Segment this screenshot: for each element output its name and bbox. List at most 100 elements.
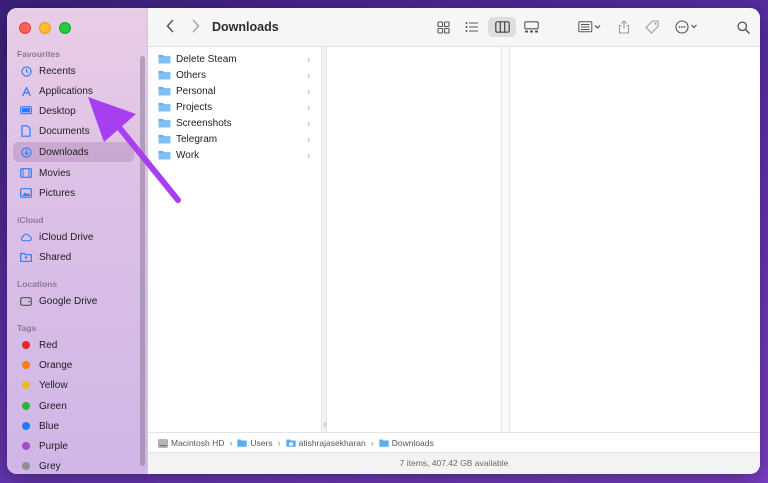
cloud-icon [20, 231, 32, 243]
folder-row[interactable]: Delete Steam › [158, 51, 310, 67]
sidebar-tag-yellow[interactable]: Yellow [13, 375, 134, 395]
drive-icon [20, 295, 32, 307]
sidebar-item-icloud-drive[interactable]: iCloud Drive [13, 227, 134, 247]
path-label: Macintosh HD [171, 437, 225, 448]
folder-icon [158, 86, 171, 96]
path-chevron-icon: › [229, 437, 233, 448]
folder-row[interactable]: Projects › [158, 99, 310, 115]
sidebar-section-tags: Tags [17, 323, 37, 333]
ellipsis-circle-icon [675, 20, 697, 34]
sidebar-tag-green[interactable]: Green [13, 396, 134, 416]
sidebar-item-documents[interactable]: Documents [13, 121, 134, 141]
sidebar-item-label: Orange [39, 359, 73, 371]
document-icon [20, 125, 32, 137]
sidebar-tag-purple[interactable]: Purple [13, 436, 134, 456]
path-segment-users[interactable]: Users [237, 438, 273, 448]
sidebar-item-downloads[interactable]: Downloads [13, 142, 134, 162]
sidebar-tag-blue[interactable]: Blue [13, 416, 134, 436]
status-bar: 7 items, 407.42 GB available [148, 452, 760, 474]
forward-button[interactable] [188, 19, 204, 35]
sidebar-item-label: Purple [39, 440, 68, 452]
folder-row[interactable]: Telegram › [158, 131, 310, 147]
folder-icon [158, 118, 171, 128]
gallery-icon [523, 21, 539, 33]
chevron-right-icon: › [307, 54, 310, 64]
finder-window: Favourites Recents Applications Desktop … [7, 8, 760, 474]
back-button[interactable] [162, 19, 178, 35]
list-view-button[interactable] [461, 17, 483, 37]
folder-icon [158, 70, 171, 80]
share-button[interactable] [614, 17, 634, 37]
share-icon [618, 20, 630, 34]
folder-icon [379, 439, 389, 447]
sidebar-tag-red[interactable]: Red [13, 335, 134, 355]
sidebar-tag-grey[interactable]: Grey [13, 456, 134, 474]
download-icon [20, 146, 32, 158]
column-empty [326, 47, 502, 432]
sidebar-item-google-drive[interactable]: Google Drive [13, 291, 134, 311]
minimize-button[interactable] [39, 22, 51, 34]
folder-name: Personal [176, 85, 216, 97]
sidebar-item-desktop[interactable]: Desktop [13, 101, 134, 121]
sidebar-item-pictures[interactable]: Pictures [13, 183, 134, 203]
path-chevron-icon: › [370, 437, 374, 448]
window-title: Downloads [212, 20, 279, 34]
sidebar-item-shared[interactable]: Shared [13, 247, 134, 267]
more-actions-button[interactable] [672, 17, 702, 37]
column-view-button[interactable] [488, 17, 516, 37]
folder-icon [158, 150, 171, 160]
folder-row[interactable]: Others › [158, 67, 310, 83]
column-downloads: Delete Steam › Others › Personal › Proje… [148, 47, 322, 432]
sidebar: Favourites Recents Applications Desktop … [7, 8, 148, 474]
sidebar-item-label: Blue [39, 420, 60, 432]
path-segment-home[interactable]: atishrajasekharan [285, 437, 366, 448]
folder-icon [158, 102, 171, 112]
zoom-button[interactable] [59, 22, 71, 34]
folder-name: Telegram [176, 133, 218, 145]
sidebar-item-movies[interactable]: Movies [13, 163, 134, 183]
folder-row[interactable]: Work › [158, 147, 310, 163]
chevron-left-icon [166, 19, 174, 33]
chevron-right-icon: › [307, 134, 310, 144]
folder-icon [158, 54, 171, 64]
path-segment-macintosh-hd[interactable]: Macintosh HD [158, 438, 224, 448]
sidebar-item-label: Shared [39, 251, 72, 263]
sidebar-section-icloud: iCloud [17, 215, 44, 225]
tag-purple-dot-icon [22, 442, 30, 450]
sidebar-item-label: Downloads [39, 146, 89, 158]
columns-icon [494, 21, 510, 33]
sidebar-tag-orange[interactable]: Orange [13, 355, 134, 375]
path-label: atishrajasekharan [298, 437, 366, 448]
path-label: Downloads [391, 437, 434, 448]
path-bar: Macintosh HD › Users › atishrajasekharan… [148, 432, 760, 452]
group-by-button[interactable] [575, 17, 605, 37]
chevron-right-icon: › [307, 70, 310, 80]
home-folder-icon [285, 439, 296, 447]
chevron-right-icon: › [307, 86, 310, 96]
column-resize-handle-2[interactable] [502, 47, 510, 432]
tag-button[interactable] [642, 17, 662, 37]
icon-view-button[interactable] [432, 17, 454, 37]
sidebar-item-label: Pictures [39, 187, 76, 199]
close-button[interactable] [19, 22, 31, 34]
folder-row[interactable]: Screenshots › [158, 115, 310, 131]
photo-icon [20, 187, 32, 199]
folder-icon [158, 134, 171, 144]
path-chevron-icon: › [277, 437, 281, 448]
applications-icon [20, 85, 32, 97]
tag-yellow-dot-icon [22, 381, 30, 389]
search-button[interactable] [733, 17, 753, 37]
column-browser: Delete Steam › Others › Personal › Proje… [148, 47, 760, 432]
sidebar-item-label: Recents [39, 65, 76, 77]
sidebar-item-recents[interactable]: Recents [13, 61, 134, 81]
sidebar-item-applications[interactable]: Applications [13, 81, 134, 101]
path-segment-downloads[interactable]: Downloads [379, 438, 434, 448]
shared-folder-icon [20, 251, 32, 263]
folder-row[interactable]: Personal › [158, 83, 310, 99]
gallery-view-button[interactable] [520, 17, 542, 37]
sidebar-scrollbar[interactable] [140, 56, 145, 466]
chevron-right-icon: › [307, 118, 310, 128]
desktop-icon [20, 105, 32, 117]
tag-icon [645, 20, 659, 34]
sidebar-section-favourites: Favourites [17, 49, 60, 59]
